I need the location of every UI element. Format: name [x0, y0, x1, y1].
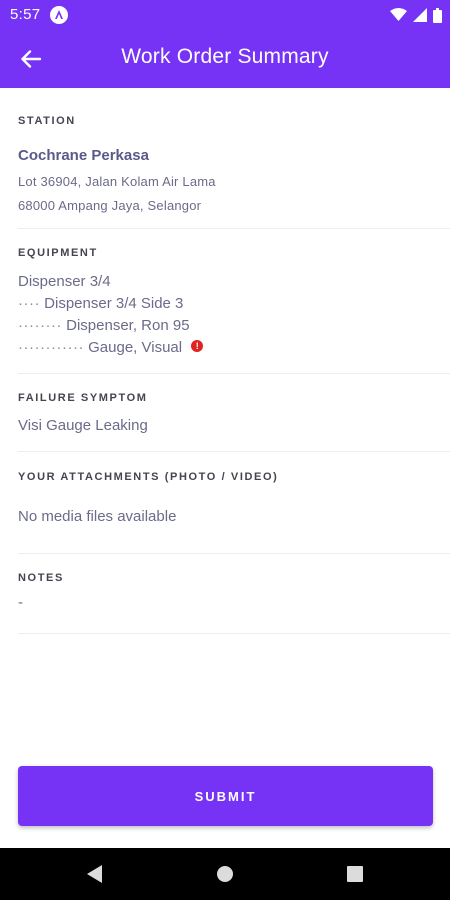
equipment-item: Dispenser 3/4: [18, 271, 450, 293]
station-address-line1: Lot 36904, Jalan Kolam Air Lama: [18, 174, 216, 189]
status-icons: [390, 7, 442, 23]
failure-symptom-value: Visi Gauge Leaking: [18, 417, 148, 434]
submit-area: SUBMIT: [18, 766, 433, 826]
status-bar: 5:57: [0, 0, 450, 30]
work-order-summary: STATION Cochrane Perkasa Lot 36904, Jala…: [0, 88, 450, 634]
equipment-item: ···· Dispenser 3/4 Side 3: [18, 293, 450, 315]
equipment-item-text: Dispenser 3/4: [18, 273, 111, 290]
status-time: 5:57: [10, 6, 41, 23]
warning-icon: !: [191, 340, 204, 352]
equipment-item: ········ Dispenser, Ron 95: [18, 315, 450, 337]
tree-indent: ········: [18, 317, 62, 334]
equipment-label: EQUIPMENT: [18, 247, 98, 259]
page-title: Work Order Summary: [121, 45, 329, 68]
station-name: Cochrane Perkasa: [18, 147, 149, 164]
nav-recents-icon: [347, 866, 363, 882]
station-section: STATION Cochrane Perkasa Lot 36904, Jala…: [18, 88, 450, 229]
nav-home-button[interactable]: [195, 848, 255, 900]
nav-back-icon: [87, 865, 102, 883]
equipment-tree: Dispenser 3/4 ···· Dispenser 3/4 Side 3 …: [18, 271, 450, 359]
station-address-line2: 68000 Ampang Jaya, Selangor: [18, 198, 202, 213]
failure-symptom-section: FAILURE SYMPTOM Visi Gauge Leaking: [18, 374, 450, 452]
equipment-section: EQUIPMENT Dispenser 3/4 ···· Dispenser 3…: [18, 229, 450, 374]
nav-home-icon: [217, 866, 233, 882]
signal-icon: [413, 8, 427, 22]
equipment-item-text: Gauge, Visual: [88, 339, 183, 356]
attachments-label: YOUR ATTACHMENTS (PHOTO / VIDEO): [18, 471, 279, 483]
tree-indent: ····: [18, 295, 40, 312]
tree-indent: ············: [18, 339, 84, 356]
notes-label: NOTES: [18, 572, 64, 584]
attachments-section: YOUR ATTACHMENTS (PHOTO / VIDEO) No medi…: [18, 452, 450, 554]
nav-back-button[interactable]: [65, 848, 125, 900]
battery-icon: [433, 7, 442, 23]
submit-button[interactable]: SUBMIT: [18, 766, 433, 826]
wifi-icon: [390, 8, 407, 21]
station-label: STATION: [18, 115, 76, 127]
app-notification-icon: [50, 6, 68, 24]
equipment-item-text: Dispenser, Ron 95: [66, 317, 190, 334]
notes-section: NOTES -: [18, 554, 450, 634]
system-nav-bar: [0, 848, 450, 900]
failure-symptom-label: FAILURE SYMPTOM: [18, 392, 148, 404]
attachments-empty-message: No media files available: [18, 508, 177, 525]
equipment-item: ············ Gauge, Visual !: [18, 337, 450, 359]
notes-value: -: [18, 594, 23, 611]
equipment-item-text: Dispenser 3/4 Side 3: [44, 295, 184, 312]
nav-recents-button[interactable]: [325, 848, 385, 900]
app-bar: Work Order Summary: [0, 30, 450, 88]
